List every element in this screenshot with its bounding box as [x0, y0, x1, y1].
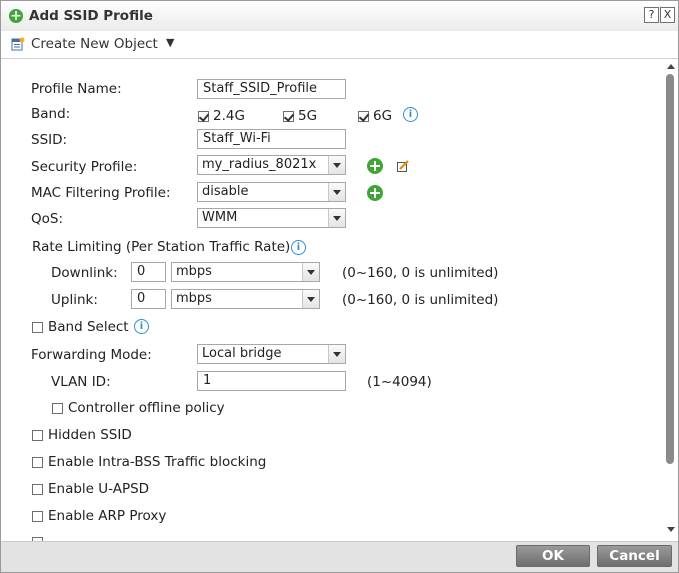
intra-bss-label: Enable Intra-BSS Traffic blocking	[48, 454, 267, 470]
hidden-ssid-checkbox[interactable]	[32, 430, 43, 441]
band-6g-label: 6G	[373, 108, 393, 124]
forwarding-mode-select[interactable]: Local bridge	[197, 344, 346, 364]
uplink-unit-value: mbps	[176, 291, 212, 306]
downlink-hint: (0~160, 0 is unlimited)	[342, 265, 499, 281]
close-button[interactable]: X	[660, 7, 675, 23]
band-select-label: Band Select	[48, 319, 129, 335]
create-new-object-menu[interactable]: Create New Object	[31, 36, 158, 52]
edit-icon[interactable]	[397, 160, 409, 172]
dialog-footer: OK Cancel	[1, 541, 678, 572]
cancel-button[interactable]: Cancel	[597, 545, 672, 567]
downlink-unit-value: mbps	[176, 264, 212, 279]
vlan-id-label: VLAN ID:	[51, 374, 111, 390]
band-6g-checkbox[interactable]	[358, 111, 369, 122]
uplink-hint: (0~160, 0 is unlimited)	[342, 292, 499, 308]
rate-limiting-label: Rate Limiting (Per Station Traffic Rate)	[32, 239, 291, 255]
info-icon[interactable]: i	[403, 107, 418, 122]
chevron-down-icon	[302, 263, 319, 281]
dialog-title: Add SSID Profile	[29, 8, 153, 24]
downlink-input[interactable]: 0	[131, 262, 166, 282]
controller-offline-label: Controller offline policy	[68, 400, 225, 416]
ok-button[interactable]: OK	[516, 545, 590, 567]
qos-value: WMM	[202, 210, 238, 225]
arp-proxy-checkbox[interactable]	[32, 511, 43, 522]
scroll-up-icon[interactable]	[667, 64, 675, 69]
chevron-down-icon	[328, 156, 345, 174]
controller-offline-checkbox[interactable]	[52, 403, 63, 414]
security-profile-select[interactable]: my_radius_8021x	[197, 155, 346, 175]
toolbar: Create New Object ▼	[1, 31, 678, 59]
band-5g-label: 5G	[298, 108, 318, 124]
hidden-ssid-label: Hidden SSID	[48, 427, 132, 443]
chevron-down-icon	[328, 209, 345, 227]
add-ssid-profile-dialog: + Add SSID Profile ? X Create New Object…	[0, 0, 679, 573]
band-label: Band:	[31, 106, 71, 122]
info-icon[interactable]: i	[291, 240, 306, 255]
new-object-icon	[11, 37, 25, 51]
qos-select[interactable]: WMM	[197, 208, 346, 228]
uplink-input[interactable]: 0	[131, 289, 166, 309]
ssid-label: SSID:	[31, 132, 68, 148]
help-button[interactable]: ?	[644, 7, 659, 23]
add-mac-filtering-icon[interactable]	[367, 185, 383, 201]
scrollbar[interactable]	[663, 59, 678, 541]
chevron-down-icon	[328, 345, 345, 363]
scrollbar-thumb[interactable]	[666, 74, 674, 464]
forwarding-mode-value: Local bridge	[202, 346, 282, 361]
band-2g-checkbox[interactable]	[198, 111, 209, 122]
downlink-unit-select[interactable]: mbps	[171, 262, 320, 282]
ssid-input[interactable]: Staff_Wi-Fi	[197, 129, 346, 149]
security-profile-label: Security Profile:	[31, 159, 138, 175]
mac-filtering-value: disable	[202, 184, 249, 199]
uplink-label: Uplink:	[51, 292, 98, 308]
form-area: Profile Name: Staff_SSID_Profile Band: 2…	[1, 59, 663, 541]
plus-circle-icon: +	[9, 8, 23, 24]
security-profile-value: my_radius_8021x	[202, 157, 317, 172]
scroll-down-icon[interactable]	[667, 527, 675, 532]
chevron-down-icon	[328, 183, 345, 201]
u-apsd-label: Enable U-APSD	[48, 481, 150, 497]
qos-label: QoS:	[31, 211, 64, 227]
mac-filtering-label: MAC Filtering Profile:	[31, 185, 171, 201]
title-bar: + Add SSID Profile ? X	[1, 1, 678, 32]
mac-filtering-select[interactable]: disable	[197, 182, 346, 202]
chevron-down-icon	[302, 290, 319, 308]
band-2g-label: 2.4G	[213, 108, 245, 124]
profile-name-input[interactable]: Staff_SSID_Profile	[197, 79, 346, 99]
info-icon[interactable]: i	[134, 319, 149, 334]
downlink-label: Downlink:	[51, 265, 118, 281]
band-5g-checkbox[interactable]	[283, 111, 294, 122]
add-security-profile-icon[interactable]	[367, 158, 383, 174]
uplink-unit-select[interactable]: mbps	[171, 289, 320, 309]
vlan-id-input[interactable]: 1	[197, 371, 346, 391]
arp-proxy-label: Enable ARP Proxy	[48, 508, 167, 524]
u-apsd-checkbox[interactable]	[32, 484, 43, 495]
intra-bss-checkbox[interactable]	[32, 457, 43, 468]
vlan-id-hint: (1~4094)	[367, 374, 432, 390]
forwarding-mode-label: Forwarding Mode:	[31, 347, 152, 363]
band-select-checkbox[interactable]	[32, 322, 43, 333]
profile-name-label: Profile Name:	[31, 81, 122, 97]
chevron-down-icon[interactable]: ▼	[166, 36, 174, 49]
